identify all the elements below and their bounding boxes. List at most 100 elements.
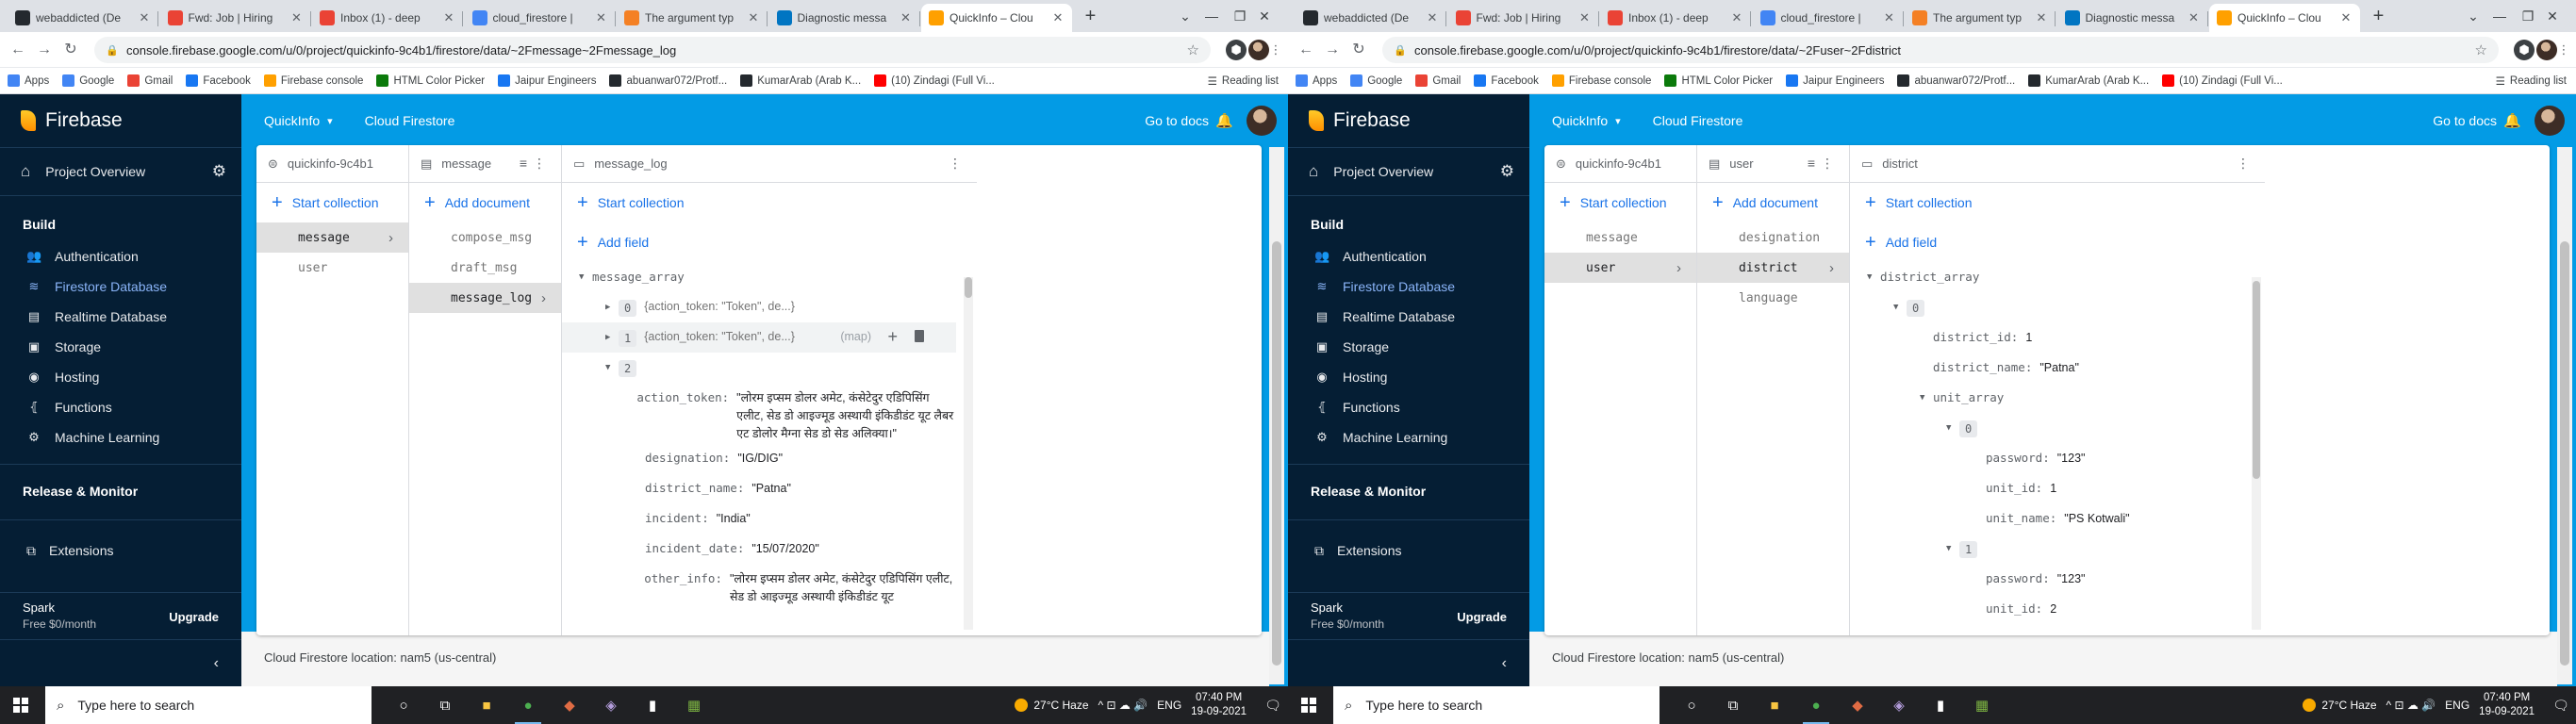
bookmark-item[interactable]: (10) Zindagi (Full Vi... (2162, 74, 2283, 87)
field-scrollbar[interactable] (2252, 277, 2261, 630)
reading-list[interactable]: ☰ Reading list (2496, 74, 2576, 88)
nav-item[interactable]: 👥 Authentication (0, 241, 241, 272)
bookmark-item[interactable]: Apps (1296, 74, 1337, 87)
forward-icon[interactable]: → (34, 40, 55, 60)
build-heading[interactable]: Build (0, 196, 241, 241)
nav-item[interactable]: ⚙ Machine Learning (1288, 422, 1529, 452)
field-row[interactable]: ▼ 0 (1850, 292, 2244, 322)
bookmark-item[interactable]: KumarArab (Arab K... (2028, 74, 2149, 87)
weather-widget[interactable]: 27°C Haze (2303, 699, 2377, 712)
windows-start-icon[interactable] (1301, 698, 1316, 713)
extension-icon[interactable]: ⬢ (2514, 40, 2535, 60)
nav-item[interactable]: ⦃ Functions (1288, 392, 1529, 422)
nav-item[interactable]: 👥 Authentication (1288, 241, 1529, 272)
forward-icon[interactable]: → (1322, 40, 1343, 60)
field-row[interactable]: action_token: "लोरम इप्सम डोलर अमेट, कंसे… (562, 383, 956, 443)
field-row[interactable]: password: "123" (1850, 443, 2244, 473)
filter-menu-icon[interactable]: ≡⋮ (520, 156, 552, 172)
bookmark-item[interactable]: Facebook (186, 74, 251, 87)
page-scrollbar[interactable] (1269, 147, 1284, 684)
nav-item[interactable]: ▤ Realtime Database (1288, 302, 1529, 332)
reading-list[interactable]: ☰ Reading list (1208, 74, 1288, 88)
close-tab-icon[interactable]: ✕ (1051, 11, 1065, 25)
sheets-icon[interactable]: ▦ (673, 686, 715, 724)
notification-center-icon[interactable]: 🗨 (2551, 696, 2570, 715)
app-icon[interactable]: ◈ (590, 686, 632, 724)
browser-tab[interactable]: Diagnostic messa ✕ (2057, 4, 2208, 32)
document-item[interactable]: compose_msg (409, 222, 561, 253)
field-row[interactable]: ▼ 1 (1850, 534, 2244, 564)
collapse-arrow-icon[interactable]: ▼ (1946, 544, 1959, 553)
go-to-docs-link[interactable]: Go to docs (2433, 113, 2497, 128)
field-row[interactable]: incident: "India" (562, 503, 956, 534)
tab-search-icon[interactable]: ⌄ (2459, 0, 2487, 32)
document-item[interactable]: message_log › (409, 283, 561, 313)
profile-avatar[interactable] (1248, 40, 1269, 60)
upgrade-button[interactable]: Upgrade (169, 610, 219, 624)
start-collection-button[interactable]: + Start collection (562, 183, 977, 222)
file-explorer-icon[interactable]: ■ (1754, 686, 1795, 724)
new-tab-icon[interactable]: + (1080, 6, 1102, 28)
field-row[interactable]: unit_id: 1 (1850, 473, 2244, 503)
collapse-arrow-icon[interactable]: ▼ (1867, 272, 1880, 282)
nav-item[interactable]: ≋ Firestore Database (0, 272, 241, 302)
bookmark-item[interactable]: abuanwar072/Protf... (609, 74, 727, 87)
field-row[interactable]: ▼ unit_array (1850, 383, 2244, 413)
document-item[interactable]: designation (1697, 222, 1849, 253)
field-row[interactable]: other_info: "लोरम इप्सम डोलर अमेट, कंसेटे… (562, 564, 956, 606)
firebase-brand[interactable]: Firebase (0, 94, 241, 147)
nav-item[interactable]: ◉ Hosting (0, 362, 241, 392)
collection-item[interactable]: message (1544, 222, 1696, 253)
bookmark-item[interactable]: Gmail (1415, 74, 1461, 87)
field-row[interactable]: designation: "IG/DIG" (562, 443, 956, 473)
scrollbar-thumb[interactable] (2560, 241, 2569, 666)
browser-tab[interactable]: QuickInfo – Clou ✕ (921, 4, 1072, 32)
close-tab-icon[interactable]: ✕ (2035, 11, 2048, 25)
field-row[interactable]: incident_date: "15/07/2020" (562, 534, 956, 564)
close-tab-icon[interactable]: ✕ (1883, 11, 1896, 25)
app-icon[interactable]: ◆ (1837, 686, 1878, 724)
bookmark-star-icon[interactable]: ☆ (1187, 41, 1199, 58)
menu-kebab-icon[interactable]: ⋮ (2557, 40, 2570, 60)
new-tab-icon[interactable]: + (2368, 6, 2390, 28)
field-row[interactable]: unit_name: "PS Kotwali" (1850, 503, 2244, 534)
close-tab-icon[interactable]: ✕ (595, 11, 608, 25)
bookmark-item[interactable]: Gmail (127, 74, 173, 87)
close-window-icon[interactable]: ✕ (1250, 0, 1279, 32)
browser-tab[interactable]: The argument typ ✕ (1905, 4, 2056, 32)
upgrade-button[interactable]: Upgrade (1457, 610, 1507, 624)
field-scrollbar[interactable] (964, 277, 973, 630)
project-dropdown[interactable]: QuickInfo (1552, 113, 1608, 128)
document-menu-icon[interactable]: ⋮ (949, 156, 967, 172)
expand-arrow-icon[interactable]: ▶ (605, 303, 619, 312)
document-item[interactable]: draft_msg (409, 253, 561, 283)
page-scrollbar[interactable] (2557, 147, 2572, 684)
dropdown-arrow-icon[interactable]: ▾ (327, 115, 333, 127)
document-menu-icon[interactable]: ⋮ (2237, 156, 2255, 172)
collapse-arrow-icon[interactable]: ▼ (605, 363, 619, 372)
collapse-arrow-icon[interactable]: ▼ (1946, 423, 1959, 433)
start-collection-button[interactable]: + Start collection (1544, 183, 1696, 222)
release-monitor-heading[interactable]: Release & Monitor (0, 476, 241, 508)
close-tab-icon[interactable]: ✕ (900, 11, 913, 25)
windows-start-icon[interactable] (13, 698, 28, 713)
notification-center-icon[interactable]: 🗨 (1263, 696, 1282, 715)
nav-item[interactable]: ⚙ Machine Learning (0, 422, 241, 452)
close-tab-icon[interactable]: ✕ (442, 11, 455, 25)
weather-widget[interactable]: 27°C Haze (1015, 699, 1089, 712)
bookmark-item[interactable]: Apps (8, 74, 49, 87)
app-icon[interactable]: ◆ (549, 686, 590, 724)
task-view-icon[interactable]: ⧉ (424, 686, 466, 724)
browser-tab[interactable]: Inbox (1) - deep ✕ (1600, 4, 1751, 32)
bookmark-item[interactable]: KumarArab (Arab K... (740, 74, 861, 87)
browser-tab[interactable]: Fwd: Job | Hiring ✕ (160, 4, 311, 32)
browser-tab[interactable]: cloud_firestore | ✕ (465, 4, 616, 32)
chrome-icon[interactable]: ● (1795, 686, 1837, 724)
collapse-arrow-icon[interactable]: ▼ (579, 272, 592, 282)
close-tab-icon[interactable]: ✕ (2339, 11, 2353, 25)
scrollbar-thumb[interactable] (2253, 281, 2260, 479)
add-document-button[interactable]: + Add document (409, 183, 561, 222)
settings-gear-icon[interactable]: ⚙ (212, 162, 226, 181)
cortana-icon[interactable]: ○ (1671, 686, 1712, 724)
collection-item[interactable]: message › (256, 222, 408, 253)
